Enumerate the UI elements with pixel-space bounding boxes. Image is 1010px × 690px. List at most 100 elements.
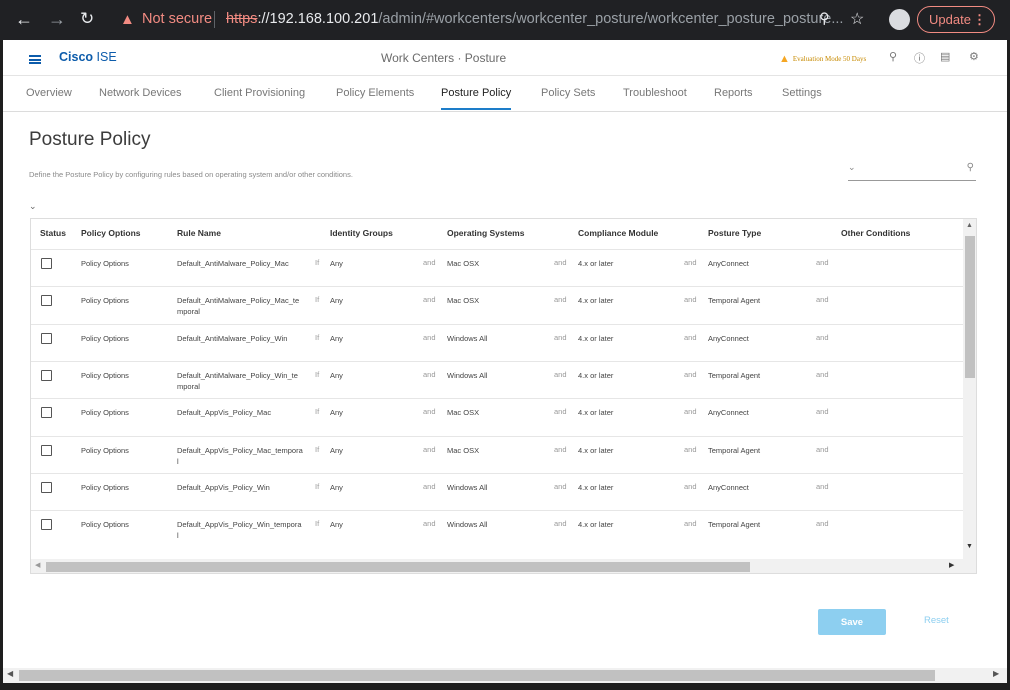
- hamburger-menu-icon[interactable]: [29, 55, 41, 64]
- operating-system[interactable]: Mac OSX: [447, 295, 479, 306]
- compliance-module[interactable]: 4.x or later: [578, 295, 613, 306]
- compliance-module[interactable]: 4.x or later: [578, 258, 613, 269]
- tab-posture-policy[interactable]: Posture Policy: [441, 87, 512, 110]
- rule-name[interactable]: Default_AntiMalware_Policy_Mac: [177, 258, 303, 269]
- security-warning[interactable]: Not secure: [142, 4, 212, 35]
- search-icon[interactable]: ⚲: [889, 50, 897, 63]
- tab-policy-sets[interactable]: Policy Sets: [541, 87, 595, 99]
- status-checkbox[interactable]: [41, 333, 52, 344]
- posture-type[interactable]: Temporal Agent: [708, 445, 760, 456]
- rule-name[interactable]: Default_AntiMalware_Policy_Win_temporal: [177, 370, 303, 392]
- reload-icon[interactable]: ↻: [80, 9, 94, 29]
- rule-name[interactable]: Default_AppVis_Policy_Win: [177, 482, 303, 493]
- scroll-thumb[interactable]: [46, 562, 750, 572]
- gear-icon[interactable]: ⚙: [969, 50, 979, 63]
- table-row[interactable]: Policy Options Default_AntiMalware_Policy…: [31, 249, 963, 286]
- dashboard-icon[interactable]: ▤: [940, 50, 950, 63]
- posture-type[interactable]: Temporal Agent: [708, 370, 760, 381]
- scroll-down-icon[interactable]: ▼: [966, 543, 973, 550]
- search-icon[interactable]: ⚲: [967, 162, 974, 173]
- zoom-icon[interactable]: ⚲: [819, 4, 830, 35]
- rule-name[interactable]: Default_AntiMalware_Policy_Win: [177, 333, 303, 344]
- status-checkbox[interactable]: [41, 407, 52, 418]
- compliance-module[interactable]: 4.x or later: [578, 370, 613, 381]
- scroll-right-icon[interactable]: ▶: [949, 561, 954, 569]
- scroll-left-icon[interactable]: ◀: [35, 561, 40, 569]
- reset-button[interactable]: Reset: [924, 615, 949, 626]
- compliance-module[interactable]: 4.x or later: [578, 407, 613, 418]
- rule-name[interactable]: Default_AppVis_Policy_Win_temporal: [177, 519, 303, 541]
- chevron-down-icon[interactable]: ⌄: [848, 162, 856, 173]
- operating-system[interactable]: Mac OSX: [447, 407, 479, 418]
- posture-type[interactable]: Temporal Agent: [708, 519, 760, 530]
- table-row[interactable]: Policy Options Default_AntiMalware_Policy…: [31, 361, 963, 398]
- identity-group[interactable]: Any: [330, 482, 343, 493]
- tab-policy-elements[interactable]: Policy Elements: [336, 87, 414, 99]
- status-checkbox[interactable]: [41, 370, 52, 381]
- table-row[interactable]: Policy Options Default_AppVis_Policy_Mac_…: [31, 436, 963, 473]
- help-icon[interactable]: ⓘ: [914, 50, 925, 66]
- filter-input[interactable]: [862, 164, 954, 178]
- back-arrow-icon[interactable]: ←: [15, 9, 33, 29]
- posture-type[interactable]: Temporal Agent: [708, 295, 760, 306]
- status-checkbox[interactable]: [41, 482, 52, 493]
- policy-options-link[interactable]: Policy Options: [81, 407, 129, 418]
- table-row[interactable]: Policy Options Default_AppVis_Policy_Mac I…: [31, 398, 963, 435]
- status-checkbox[interactable]: [41, 295, 52, 306]
- page-horizontal-scrollbar[interactable]: ◀ ▶: [3, 668, 1007, 683]
- table-row[interactable]: Policy Options Default_AppVis_Policy_Win I…: [31, 473, 963, 510]
- identity-group[interactable]: Any: [330, 519, 343, 530]
- identity-group[interactable]: Any: [330, 333, 343, 344]
- status-checkbox[interactable]: [41, 519, 52, 530]
- tab-client-provisioning[interactable]: Client Provisioning: [214, 87, 305, 99]
- status-checkbox[interactable]: [41, 258, 52, 269]
- posture-type[interactable]: AnyConnect: [708, 482, 749, 493]
- policy-options-link[interactable]: Policy Options: [81, 370, 129, 381]
- operating-system[interactable]: Mac OSX: [447, 258, 479, 269]
- address-bar[interactable]: ▲ Not secure https://192.168.100.201/adm…: [108, 4, 878, 35]
- operating-system[interactable]: Windows All: [447, 482, 487, 493]
- status-checkbox[interactable]: [41, 445, 52, 456]
- filter-field[interactable]: ⌄ ⚲: [848, 162, 976, 181]
- evaluation-badge[interactable]: ▲ Evaluation Mode 50 Days: [779, 52, 866, 65]
- scroll-left-icon[interactable]: ◀: [7, 669, 13, 678]
- policy-options-link[interactable]: Policy Options: [81, 482, 129, 493]
- compliance-module[interactable]: 4.x or later: [578, 333, 613, 344]
- tab-overview[interactable]: Overview: [26, 87, 72, 99]
- scroll-thumb[interactable]: [965, 236, 975, 378]
- rule-name[interactable]: Default_AntiMalware_Policy_Mac_temporal: [177, 295, 303, 317]
- brand-logo[interactable]: Cisco ISE: [59, 50, 117, 64]
- tab-settings[interactable]: Settings: [782, 87, 822, 99]
- table-row[interactable]: Policy Options Default_AntiMalware_Policy…: [31, 324, 963, 361]
- scroll-thumb[interactable]: [19, 670, 935, 681]
- policy-options-link[interactable]: Policy Options: [81, 519, 129, 530]
- operating-system[interactable]: Mac OSX: [447, 445, 479, 456]
- posture-type[interactable]: AnyConnect: [708, 407, 749, 418]
- policy-options-link[interactable]: Policy Options: [81, 333, 129, 344]
- identity-group[interactable]: Any: [330, 407, 343, 418]
- identity-group[interactable]: Any: [330, 295, 343, 306]
- tab-reports[interactable]: Reports: [714, 87, 753, 99]
- compliance-module[interactable]: 4.x or later: [578, 482, 613, 493]
- policy-options-link[interactable]: Policy Options: [81, 295, 129, 306]
- table-row[interactable]: Policy Options Default_AppVis_Policy_Win_…: [31, 510, 963, 547]
- horizontal-scrollbar[interactable]: ◀ ▶: [31, 559, 976, 573]
- profile-avatar[interactable]: [889, 9, 910, 30]
- update-button[interactable]: Update ⋮: [917, 6, 995, 33]
- posture-type[interactable]: AnyConnect: [708, 258, 749, 269]
- rule-name[interactable]: Default_AppVis_Policy_Mac: [177, 407, 303, 418]
- rule-name[interactable]: Default_AppVis_Policy_Mac_temporal: [177, 445, 303, 467]
- operating-system[interactable]: Windows All: [447, 519, 487, 530]
- scroll-up-icon[interactable]: ▲: [966, 222, 973, 229]
- forward-arrow-icon[interactable]: →: [48, 9, 66, 29]
- tab-troubleshoot[interactable]: Troubleshoot: [623, 87, 687, 99]
- save-button[interactable]: Save: [818, 609, 886, 635]
- identity-group[interactable]: Any: [330, 445, 343, 456]
- table-row[interactable]: Policy Options Default_AntiMalware_Policy…: [31, 286, 963, 323]
- policy-options-link[interactable]: Policy Options: [81, 258, 129, 269]
- posture-type[interactable]: AnyConnect: [708, 333, 749, 344]
- scroll-right-icon[interactable]: ▶: [993, 669, 999, 678]
- vertical-scrollbar[interactable]: ▲ ▼: [963, 219, 976, 559]
- policy-options-link[interactable]: Policy Options: [81, 445, 129, 456]
- compliance-module[interactable]: 4.x or later: [578, 519, 613, 530]
